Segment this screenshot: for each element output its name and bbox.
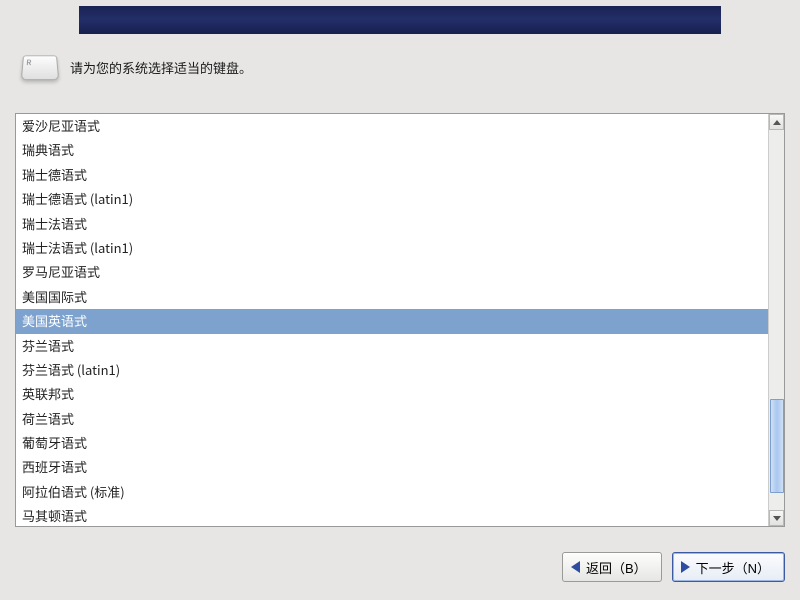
- list-item[interactable]: 瑞士德语式 (latin1): [16, 187, 768, 211]
- keyboard-list: 爱沙尼亚语式瑞典语式瑞士德语式瑞士德语式 (latin1)瑞士法语式瑞士法语式 …: [15, 113, 785, 527]
- list-item[interactable]: 荷兰语式: [16, 407, 768, 431]
- list-item[interactable]: 西班牙语式: [16, 455, 768, 479]
- list-item[interactable]: 阿拉伯语式 (标准): [16, 480, 768, 504]
- back-button-label: 返回（B）: [586, 558, 647, 577]
- keyboard-icon: [21, 55, 60, 80]
- list-item[interactable]: 葡萄牙语式: [16, 431, 768, 455]
- arrow-right-icon: [681, 561, 690, 573]
- list-item[interactable]: 美国国际式: [16, 285, 768, 309]
- list-item[interactable]: 芬兰语式 (latin1): [16, 358, 768, 382]
- prompt-row: 请为您的系统选择适当的键盘。: [22, 54, 252, 80]
- list-item[interactable]: 瑞士法语式: [16, 212, 768, 236]
- list-item[interactable]: 爱沙尼亚语式: [16, 114, 768, 138]
- header-banner: [79, 6, 721, 34]
- list-item[interactable]: 马其顿语式: [16, 504, 768, 526]
- list-item[interactable]: 罗马尼亚语式: [16, 260, 768, 284]
- next-button-label: 下一步（N）: [696, 558, 770, 577]
- back-button[interactable]: 返回（B）: [562, 552, 662, 582]
- chevron-down-icon: [773, 516, 781, 521]
- arrow-left-icon: [571, 561, 580, 573]
- list-item[interactable]: 芬兰语式: [16, 334, 768, 358]
- list-item[interactable]: 瑞典语式: [16, 138, 768, 162]
- keyboard-list-body[interactable]: 爱沙尼亚语式瑞典语式瑞士德语式瑞士德语式 (latin1)瑞士法语式瑞士法语式 …: [16, 114, 768, 526]
- button-row: 返回（B） 下一步（N）: [562, 552, 785, 582]
- prompt-text: 请为您的系统选择适当的键盘。: [70, 58, 252, 77]
- list-item[interactable]: 瑞士德语式: [16, 163, 768, 187]
- chevron-up-icon: [773, 120, 781, 125]
- list-item[interactable]: 美国英语式: [16, 309, 768, 333]
- scroll-up-button[interactable]: [769, 114, 784, 130]
- scroll-down-button[interactable]: [769, 510, 784, 526]
- list-item[interactable]: 英联邦式: [16, 382, 768, 406]
- scrollbar[interactable]: [768, 114, 784, 526]
- next-button[interactable]: 下一步（N）: [672, 552, 785, 582]
- scroll-thumb[interactable]: [770, 399, 784, 493]
- list-item[interactable]: 瑞士法语式 (latin1): [16, 236, 768, 260]
